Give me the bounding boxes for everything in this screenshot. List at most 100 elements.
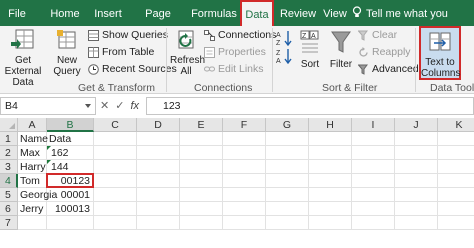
tab-data[interactable]: Data bbox=[240, 0, 274, 28]
column-header-e[interactable]: E bbox=[180, 118, 223, 132]
cell-g5[interactable] bbox=[266, 188, 309, 202]
cell-f6[interactable] bbox=[223, 202, 266, 216]
tab-formulas[interactable]: Formulas bbox=[190, 0, 238, 26]
cell-c6[interactable] bbox=[94, 202, 137, 216]
text-to-columns-button[interactable]: Text to Columns bbox=[419, 26, 461, 80]
cell-f2[interactable] bbox=[223, 146, 266, 160]
sort-ascending-button[interactable]: A Z bbox=[276, 30, 294, 50]
column-header-g[interactable]: G bbox=[266, 118, 309, 132]
tab-page-layout[interactable]: Page Layout bbox=[128, 0, 188, 48]
cell-j1[interactable] bbox=[395, 132, 438, 146]
clear-filter-button[interactable]: Clear bbox=[358, 28, 397, 42]
cell-b1[interactable]: Data bbox=[47, 132, 94, 146]
cell-b3[interactable]: 144 bbox=[47, 160, 94, 174]
cell-h4[interactable] bbox=[309, 174, 352, 188]
recent-sources-button[interactable]: Recent Sources bbox=[88, 62, 177, 76]
cell-c5[interactable] bbox=[94, 188, 137, 202]
cell-k5[interactable] bbox=[438, 188, 474, 202]
cell-g7[interactable] bbox=[266, 216, 309, 230]
cell-f3[interactable] bbox=[223, 160, 266, 174]
cell-d4[interactable] bbox=[137, 174, 180, 188]
cell-i4[interactable] bbox=[352, 174, 395, 188]
tab-review[interactable]: Review bbox=[278, 0, 318, 26]
cell-a4[interactable]: Tom bbox=[18, 174, 47, 188]
edit-links-button[interactable]: Edit Links bbox=[204, 62, 264, 76]
column-header-d[interactable]: D bbox=[137, 118, 180, 132]
cell-i2[interactable] bbox=[352, 146, 395, 160]
cell-e6[interactable] bbox=[180, 202, 223, 216]
row-header-5[interactable]: 5 bbox=[0, 188, 18, 202]
chevron-down-icon[interactable] bbox=[85, 104, 91, 108]
formula-input[interactable]: 123 bbox=[146, 97, 474, 115]
cell-k4[interactable] bbox=[438, 174, 474, 188]
cell-e3[interactable] bbox=[180, 160, 223, 174]
tab-home[interactable]: Home bbox=[46, 0, 84, 26]
enter-icon[interactable]: ✓ bbox=[115, 100, 130, 112]
show-queries-button[interactable]: Show Queries bbox=[88, 28, 168, 42]
cell-e4[interactable] bbox=[180, 174, 223, 188]
cell-b2[interactable]: 162 bbox=[47, 146, 94, 160]
cell-f5[interactable] bbox=[223, 188, 266, 202]
cell-a7[interactable] bbox=[18, 216, 47, 230]
row-header-7[interactable]: 7 bbox=[0, 216, 18, 230]
column-header-a[interactable]: A bbox=[18, 118, 47, 132]
cell-c7[interactable] bbox=[94, 216, 137, 230]
cell-d6[interactable] bbox=[137, 202, 180, 216]
column-header-c[interactable]: C bbox=[94, 118, 137, 132]
cell-a5[interactable]: Georgia bbox=[18, 188, 57, 202]
cell-b7[interactable] bbox=[47, 216, 94, 230]
cell-e1[interactable] bbox=[180, 132, 223, 146]
row-header-1[interactable]: 1 bbox=[0, 132, 18, 146]
cell-d2[interactable] bbox=[137, 146, 180, 160]
get-external-data-button[interactable]: Get External Data bbox=[0, 28, 46, 88]
cell-h6[interactable] bbox=[309, 202, 352, 216]
column-header-i[interactable]: I bbox=[352, 118, 395, 132]
cell-k3[interactable] bbox=[438, 160, 474, 174]
cell-e2[interactable] bbox=[180, 146, 223, 160]
sort-button[interactable]: Z A Sort bbox=[296, 28, 324, 70]
cell-j6[interactable] bbox=[395, 202, 438, 216]
cell-j2[interactable] bbox=[395, 146, 438, 160]
tab-view[interactable]: View bbox=[320, 0, 350, 26]
cell-g2[interactable] bbox=[266, 146, 309, 160]
cell-a3[interactable]: Harry bbox=[18, 160, 47, 174]
name-box[interactable]: B4 bbox=[0, 97, 96, 115]
column-header-h[interactable]: H bbox=[309, 118, 352, 132]
cell-g4[interactable] bbox=[266, 174, 309, 188]
cell-j4[interactable] bbox=[395, 174, 438, 188]
cell-h7[interactable] bbox=[309, 216, 352, 230]
cell-e5[interactable] bbox=[180, 188, 223, 202]
cell-i1[interactable] bbox=[352, 132, 395, 146]
row-header-4[interactable]: 4 bbox=[0, 174, 18, 188]
tab-file[interactable]: File bbox=[0, 0, 34, 26]
cell-k2[interactable] bbox=[438, 146, 474, 160]
cell-d1[interactable] bbox=[137, 132, 180, 146]
cell-h5[interactable] bbox=[309, 188, 352, 202]
cell-c4[interactable] bbox=[94, 174, 137, 188]
cancel-icon[interactable]: ✕ bbox=[100, 100, 115, 112]
sort-descending-button[interactable]: Z A bbox=[276, 48, 294, 68]
cell-c2[interactable] bbox=[94, 146, 137, 160]
insert-function-icon[interactable]: fx bbox=[130, 100, 139, 112]
cell-f1[interactable] bbox=[223, 132, 266, 146]
connections-button[interactable]: Connections bbox=[204, 28, 276, 42]
cell-g6[interactable] bbox=[266, 202, 309, 216]
cell-d3[interactable] bbox=[137, 160, 180, 174]
column-header-b[interactable]: B bbox=[47, 118, 94, 132]
cell-i7[interactable] bbox=[352, 216, 395, 230]
cell-j3[interactable] bbox=[395, 160, 438, 174]
cell-b6[interactable]: 100013 bbox=[47, 202, 94, 216]
new-query-button[interactable]: New Query bbox=[50, 28, 84, 77]
cell-j7[interactable] bbox=[395, 216, 438, 230]
cell-g3[interactable] bbox=[266, 160, 309, 174]
cell-b5[interactable]: 00001 bbox=[47, 188, 94, 202]
select-all-button[interactable] bbox=[0, 118, 18, 132]
cell-i3[interactable] bbox=[352, 160, 395, 174]
cell-k6[interactable] bbox=[438, 202, 474, 216]
tab-insert[interactable]: Insert bbox=[88, 0, 128, 26]
column-header-j[interactable]: J bbox=[395, 118, 438, 132]
cell-g1[interactable] bbox=[266, 132, 309, 146]
cell-a6[interactable]: Jerry bbox=[18, 202, 47, 216]
cell-j5[interactable] bbox=[395, 188, 438, 202]
cell-h3[interactable] bbox=[309, 160, 352, 174]
